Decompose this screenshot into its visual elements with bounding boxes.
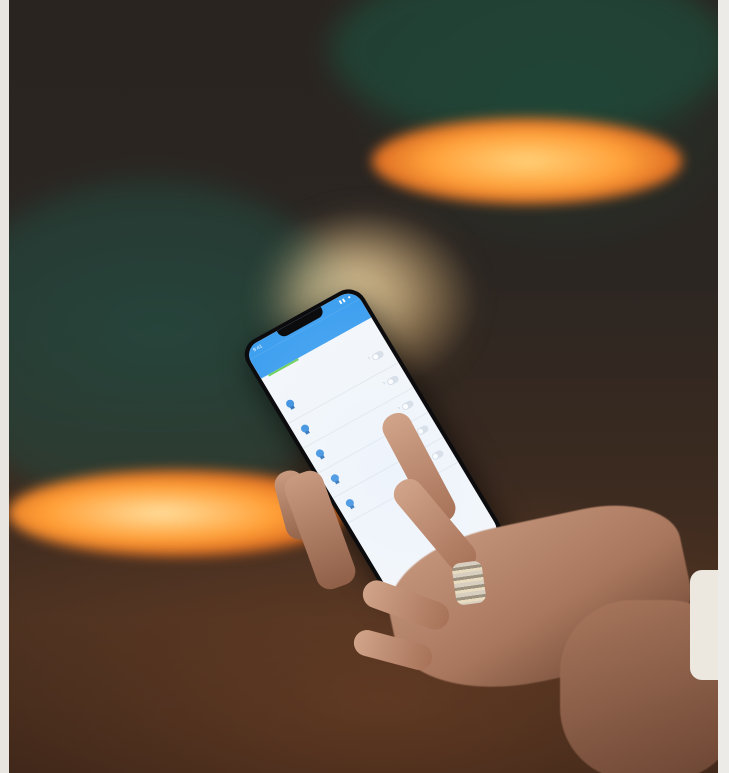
lightbulb-icon — [284, 398, 297, 410]
photo-scene: 9:41 ▮▮ ● › › › — [0, 0, 729, 773]
device-toggle[interactable] — [370, 349, 385, 362]
device-toggle[interactable] — [400, 399, 415, 412]
lightbulb-icon — [299, 423, 311, 435]
finger-rings — [451, 560, 487, 606]
right-border — [718, 0, 729, 773]
lamp-glow-top — [372, 118, 682, 204]
lightbulb-icon — [314, 448, 326, 460]
device-toggle[interactable] — [430, 449, 445, 461]
left-border — [0, 0, 9, 773]
lightbulb-icon — [329, 472, 341, 485]
lightbulb-icon — [344, 497, 356, 510]
device-toggle[interactable] — [385, 374, 400, 387]
